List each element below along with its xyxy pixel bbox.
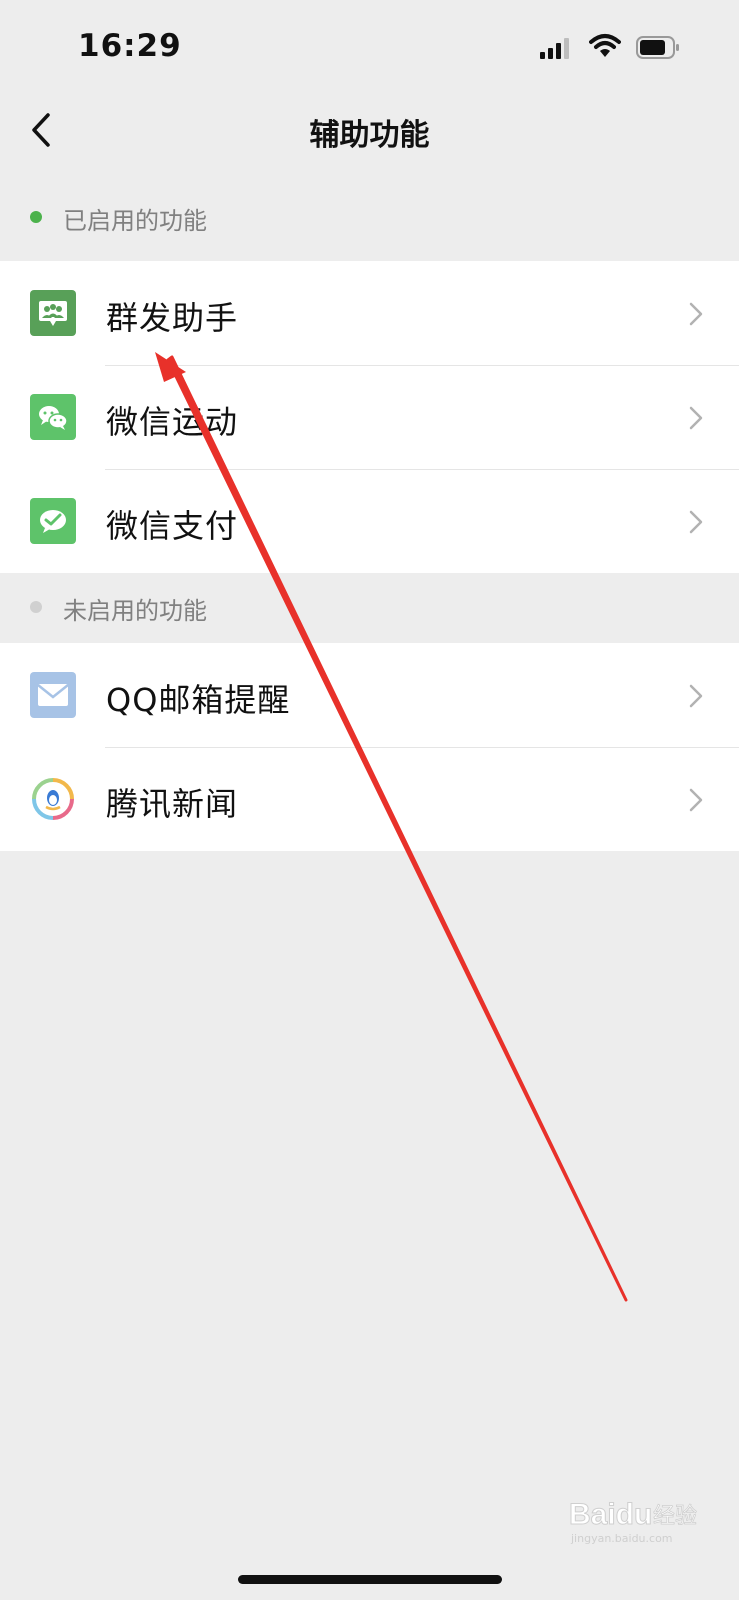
tencent-news-icon — [30, 776, 76, 822]
chevron-right-icon — [688, 405, 704, 435]
wechat-pay-icon — [30, 498, 76, 544]
disabled-features-list: QQ邮箱提醒 腾讯新闻 — [0, 643, 739, 851]
enabled-features-list: 群发助手 微信运动 微信支付 — [0, 261, 739, 573]
status-time: 16:29 — [78, 28, 182, 64]
home-indicator[interactable] — [238, 1575, 502, 1584]
enabled-section-header: 已启用的功能 — [0, 187, 739, 247]
chevron-right-icon — [688, 509, 704, 539]
wechat-sport-icon — [30, 394, 76, 440]
list-item-wechat-pay[interactable]: 微信支付 — [0, 469, 739, 573]
wifi-icon — [589, 33, 621, 63]
navigation-bar: 辅助功能 — [0, 95, 739, 165]
list-item-qq-mail[interactable]: QQ邮箱提醒 — [0, 643, 739, 747]
list-item-label: 微信支付 — [106, 507, 239, 545]
list-item-label: QQ邮箱提醒 — [106, 681, 291, 719]
enabled-dot-icon — [30, 211, 42, 223]
list-item-wechat-sport[interactable]: 微信运动 — [0, 365, 739, 469]
enabled-section-label: 已启用的功能 — [63, 207, 207, 235]
chevron-right-icon — [688, 683, 704, 713]
chevron-right-icon — [688, 301, 704, 331]
disabled-section-label: 未启用的功能 — [63, 597, 207, 625]
disabled-dot-icon — [30, 601, 42, 613]
baidu-watermark: Baidu 经验 jingyan.baidu.com — [565, 1490, 705, 1550]
list-item-tencent-news[interactable]: 腾讯新闻 — [0, 747, 739, 851]
mail-icon — [30, 672, 76, 718]
svg-text:Baidu: Baidu — [569, 1498, 652, 1531]
disabled-section-header: 未启用的功能 — [0, 577, 739, 637]
cellular-signal-icon — [540, 38, 570, 64]
page-title: 辅助功能 — [309, 118, 430, 153]
mass-message-icon — [30, 290, 76, 336]
status-bar: 16:29 — [0, 0, 739, 95]
battery-icon — [636, 36, 680, 64]
chevron-right-icon — [688, 787, 704, 817]
list-item-label: 微信运动 — [106, 403, 239, 441]
svg-text:jingyan.baidu.com: jingyan.baidu.com — [570, 1532, 673, 1545]
svg-text:经验: 经验 — [653, 1504, 697, 1529]
list-item-mass-message[interactable]: 群发助手 — [0, 261, 739, 365]
list-item-label: 群发助手 — [106, 299, 239, 337]
list-item-label: 腾讯新闻 — [106, 785, 239, 823]
